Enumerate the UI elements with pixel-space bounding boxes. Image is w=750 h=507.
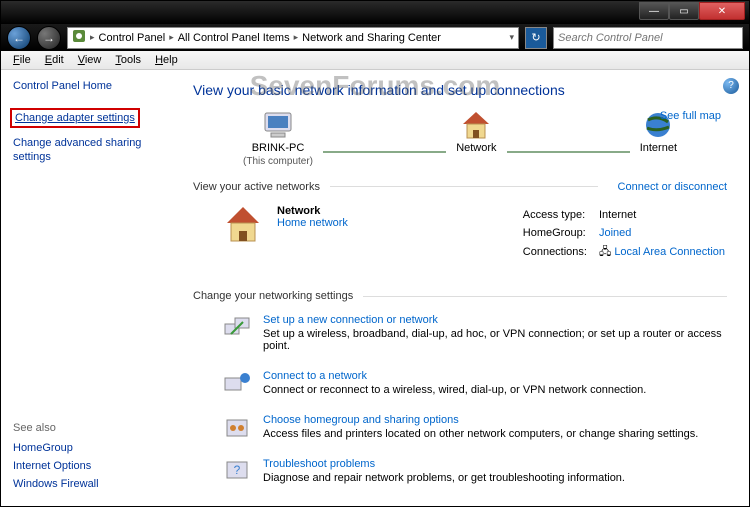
task-link[interactable]: Connect to a network: [263, 370, 367, 382]
network-type-link[interactable]: Home network: [277, 217, 348, 229]
menu-bar: File Edit View Tools Help: [1, 51, 749, 69]
task-troubleshoot: ? Troubleshoot problemsDiagnose and repa…: [193, 450, 727, 494]
titlebar: — ▭ ✕: [1, 1, 749, 24]
search-input[interactable]: [558, 32, 738, 44]
network-map: See full map BRINK-PC (This computer) Ne…: [243, 110, 677, 167]
active-networks-header: View your active networks Connect or dis…: [193, 181, 727, 193]
troubleshoot-icon: ?: [223, 458, 251, 484]
maximize-button[interactable]: ▭: [669, 2, 699, 20]
menu-file[interactable]: File: [7, 52, 37, 68]
network-node[interactable]: Network: [456, 110, 496, 167]
change-adapter-settings-link[interactable]: Change adapter settings: [10, 108, 140, 128]
setup-connection-icon: [223, 314, 251, 340]
content-area: SevenForums.com Control Panel Home Chang…: [1, 70, 749, 507]
menu-tools[interactable]: Tools: [109, 52, 147, 68]
active-network-item: Network Home network Access type:Interne…: [193, 197, 727, 277]
breadcrumb[interactable]: All Control Panel Items: [178, 32, 290, 44]
control-panel-home-link[interactable]: Control Panel Home: [13, 80, 169, 92]
task-homegroup-sharing: Choose homegroup and sharing optionsAcce…: [193, 406, 727, 450]
connection-icon: 🖧: [599, 246, 614, 258]
close-button[interactable]: ✕: [699, 2, 745, 20]
sidebar: Control Panel Home Change adapter settin…: [1, 70, 181, 507]
see-also-header: See also: [13, 422, 99, 434]
homegroup-link[interactable]: Joined: [599, 227, 631, 239]
window: — ▭ ✕ ← → ▸ Control Panel ▸ All Control …: [0, 0, 750, 507]
see-also-section: See also HomeGroup Internet Options Wind…: [13, 422, 99, 496]
house-icon: [458, 110, 494, 140]
connect-disconnect-link[interactable]: Connect or disconnect: [618, 181, 727, 193]
address-bar[interactable]: ▸ Control Panel ▸ All Control Panel Item…: [67, 27, 519, 49]
task-setup-connection: Set up a new connection or networkSet up…: [193, 306, 727, 362]
address-dropdown-icon[interactable]: ▾: [509, 32, 514, 43]
connector-line: [323, 151, 446, 153]
network-name: Network: [277, 205, 320, 217]
search-box[interactable]: [553, 27, 743, 49]
menu-help[interactable]: Help: [149, 52, 184, 68]
connector-line: [507, 151, 630, 153]
task-connect-network: Connect to a networkConnect or reconnect…: [193, 362, 727, 406]
refresh-button[interactable]: ↻: [525, 27, 547, 49]
connect-network-icon: [223, 370, 251, 396]
task-link[interactable]: Choose homegroup and sharing options: [263, 414, 459, 426]
minimize-button[interactable]: —: [639, 2, 669, 20]
task-link[interactable]: Troubleshoot problems: [263, 458, 375, 470]
breadcrumb[interactable]: Network and Sharing Center: [302, 32, 441, 44]
change-settings-header: Change your networking settings: [193, 290, 727, 302]
help-icon[interactable]: ?: [723, 78, 739, 94]
forward-button[interactable]: →: [37, 26, 61, 50]
this-computer-node[interactable]: BRINK-PC (This computer): [243, 110, 313, 167]
network-details: Access type:Internet HomeGroup:Joined Co…: [521, 205, 727, 263]
navigation-bar: ← → ▸ Control Panel ▸ All Control Panel …: [1, 24, 749, 51]
menu-edit[interactable]: Edit: [39, 52, 70, 68]
back-button[interactable]: ←: [7, 26, 31, 50]
task-link[interactable]: Set up a new connection or network: [263, 314, 438, 326]
svg-text:?: ?: [234, 463, 241, 477]
control-panel-icon: [72, 29, 86, 46]
see-also-internet-options[interactable]: Internet Options: [13, 460, 99, 472]
menu-view[interactable]: View: [72, 52, 108, 68]
breadcrumb[interactable]: Control Panel: [99, 32, 166, 44]
see-full-map-link[interactable]: See full map: [660, 110, 721, 122]
see-also-windows-firewall[interactable]: Windows Firewall: [13, 478, 99, 490]
homegroup-icon: [223, 414, 251, 440]
page-heading: View your basic network information and …: [193, 82, 727, 98]
connection-link[interactable]: Local Area Connection: [614, 246, 725, 258]
see-also-homegroup[interactable]: HomeGroup: [13, 442, 99, 454]
computer-icon: [260, 110, 296, 140]
network-profile-icon: [223, 205, 263, 243]
change-advanced-sharing-link[interactable]: Change advanced sharing settings: [13, 136, 169, 165]
main-panel: ? View your basic network information an…: [181, 70, 749, 507]
